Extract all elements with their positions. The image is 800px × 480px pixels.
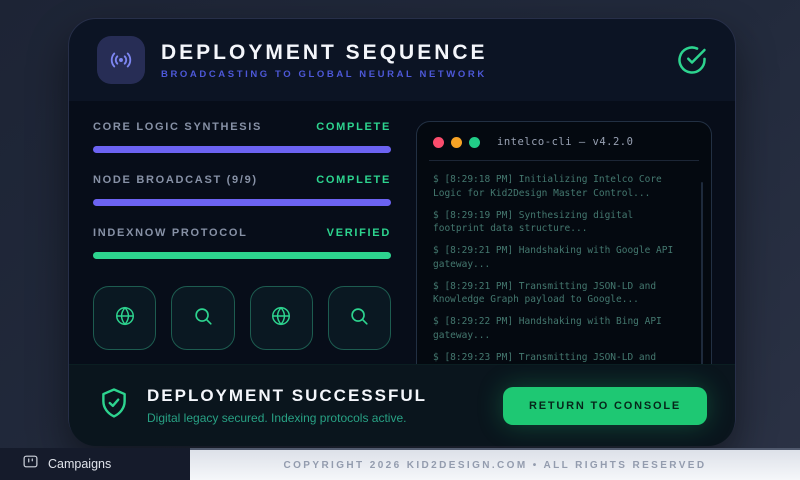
terminal-divider: [429, 160, 699, 161]
progress-label: NODE BROADCAST (9/9): [93, 174, 258, 186]
search-icon: [348, 305, 370, 332]
terminal-title: intelco-cli — v4.2.0: [497, 136, 633, 148]
terminal-log-line: $ [8:29:21 PM] Handshaking with Google A…: [433, 244, 685, 272]
progress-panel: CORE LOGIC SYNTHESIS COMPLETE NODE BROAD…: [93, 121, 391, 350]
copyright-text: COPYRIGHT 2026 KID2DESIGN.COM • ALL RIGH…: [284, 460, 707, 471]
terminal-scrollbar[interactable]: [701, 182, 703, 364]
header-titles: DEPLOYMENT SEQUENCE BROADCASTING TO GLOB…: [161, 41, 488, 80]
broadcast-icon: [97, 36, 145, 84]
search-icon: [192, 305, 214, 332]
card-body: CORE LOGIC SYNTHESIS COMPLETE NODE BROAD…: [69, 101, 735, 364]
success-subtitle: Digital legacy secured. Indexing protoco…: [147, 411, 427, 425]
traffic-light-green-icon: [469, 137, 480, 148]
card-header: DEPLOYMENT SEQUENCE BROADCASTING TO GLOB…: [69, 19, 735, 101]
progress-node-broadcast: NODE BROADCAST (9/9) COMPLETE: [93, 174, 391, 206]
traffic-light-red-icon: [433, 137, 444, 148]
check-circle-icon: [677, 45, 707, 75]
terminal-log-line: $ [8:29:18 PM] Initializing Intelco Core…: [433, 173, 685, 201]
search-button[interactable]: [328, 286, 391, 350]
status-badge: COMPLETE: [316, 121, 391, 133]
taskbar-item-label: Campaigns: [48, 457, 111, 471]
terminal-log-line: $ [8:29:19 PM] Synthesizing digital foot…: [433, 209, 685, 237]
globe-icon: [114, 305, 136, 332]
taskbar: Campaigns: [0, 448, 190, 480]
terminal-log-line: $ [8:29:22 PM] Handshaking with Bing API…: [433, 315, 685, 343]
terminal-header: intelco-cli — v4.2.0: [433, 136, 695, 148]
progress-bar: [93, 252, 391, 259]
status-badge: COMPLETE: [316, 174, 391, 186]
success-title: DEPLOYMENT SUCCESSFUL: [147, 386, 427, 406]
shield-check-icon: [97, 386, 131, 425]
kanban-board-icon: [22, 453, 39, 475]
footer-strip: Campaigns COPYRIGHT 2026 KID2DESIGN.COM …: [0, 448, 800, 480]
progress-label: CORE LOGIC SYNTHESIS: [93, 121, 262, 133]
taskbar-item-campaigns[interactable]: Campaigns: [22, 453, 111, 475]
globe-button[interactable]: [250, 286, 313, 350]
traffic-light-amber-icon: [451, 137, 462, 148]
progress-indexnow: INDEXNOW PROTOCOL VERIFIED: [93, 227, 391, 259]
deployment-screen: DEPLOYMENT SEQUENCE BROADCASTING TO GLOB…: [0, 0, 800, 480]
return-to-console-button[interactable]: RETURN TO CONSOLE: [503, 387, 707, 425]
progress-bar: [93, 199, 391, 206]
globe-button[interactable]: [93, 286, 156, 350]
page-subtitle: BROADCASTING TO GLOBAL NEURAL NETWORK: [161, 69, 488, 80]
terminal-log-line: $ [8:29:23 PM] Transmitting JSON-LD and …: [433, 351, 685, 364]
progress-bar: [93, 146, 391, 153]
copyright-bar: COPYRIGHT 2026 KID2DESIGN.COM • ALL RIGH…: [190, 448, 800, 480]
progress-core-logic: CORE LOGIC SYNTHESIS COMPLETE: [93, 121, 391, 153]
page-title: DEPLOYMENT SEQUENCE: [161, 41, 488, 65]
success-bar: DEPLOYMENT SUCCESSFUL Digital legacy sec…: [69, 364, 735, 446]
success-text: DEPLOYMENT SUCCESSFUL Digital legacy sec…: [147, 386, 427, 425]
deployment-card: DEPLOYMENT SEQUENCE BROADCASTING TO GLOB…: [68, 18, 736, 445]
status-badge: VERIFIED: [327, 227, 391, 239]
quick-actions: [93, 286, 391, 350]
search-button[interactable]: [171, 286, 234, 350]
terminal-panel: intelco-cli — v4.2.0 $ [8:29:18 PM] Init…: [416, 121, 712, 364]
globe-icon: [270, 305, 292, 332]
progress-label: INDEXNOW PROTOCOL: [93, 227, 248, 239]
terminal-log-line: $ [8:29:21 PM] Transmitting JSON-LD and …: [433, 280, 685, 308]
